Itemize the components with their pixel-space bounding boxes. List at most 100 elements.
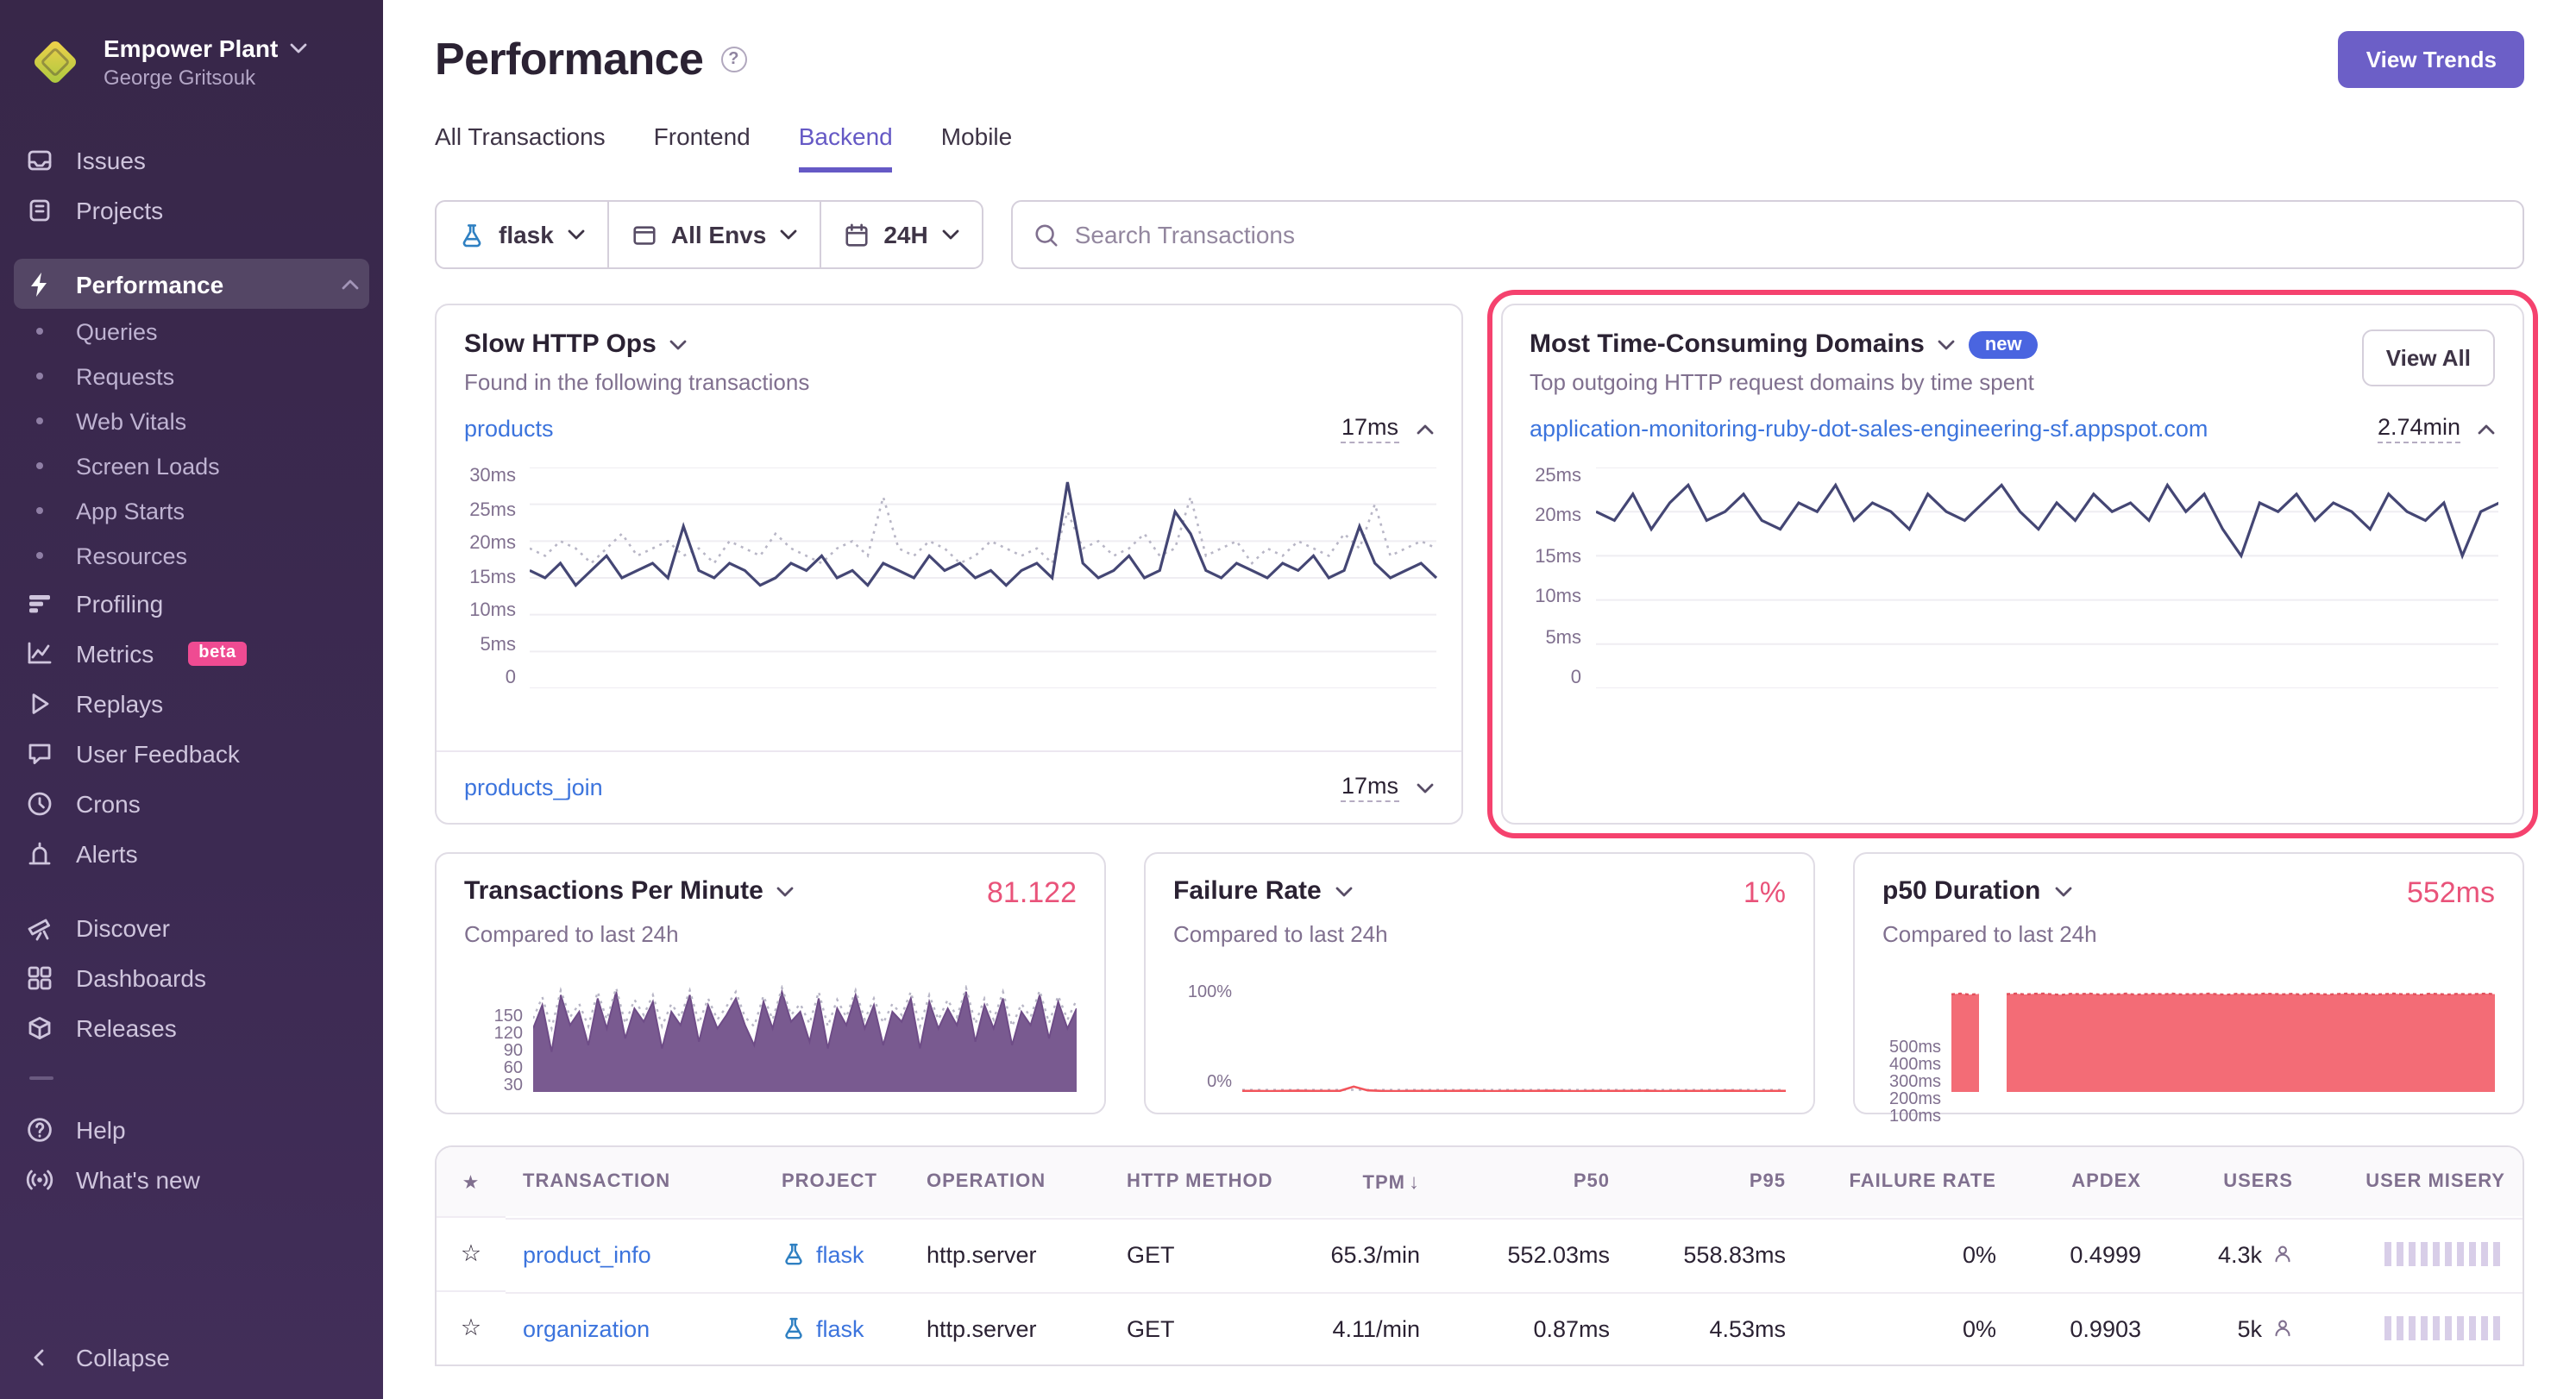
bullet-dot <box>36 417 43 424</box>
project-filter-value: flask <box>499 221 554 248</box>
sidebar-item-profiling[interactable]: Profiling <box>0 578 383 628</box>
tab-all-transactions[interactable]: All Transactions <box>435 122 606 173</box>
transaction-link[interactable]: products_join <box>464 775 603 800</box>
transaction-link[interactable]: organization <box>523 1315 650 1341</box>
sidebar-item-requests[interactable]: Requests <box>0 354 383 398</box>
domains-widget-selector[interactable]: Most Time-Consuming Domains new <box>1530 329 2038 359</box>
sidebar-item-user-feedback[interactable]: User Feedback <box>0 728 383 778</box>
column-transaction[interactable]: TRANSACTION <box>506 1149 764 1214</box>
tab-frontend[interactable]: Frontend <box>654 122 751 173</box>
column-http-method[interactable]: HTTP METHOD <box>1109 1149 1296 1214</box>
chevron-up-icon[interactable] <box>1416 423 1433 434</box>
p50-widget-selector[interactable]: p50 Duration <box>1882 876 2071 906</box>
sidebar: Empower Plant George Gritsouk Issues <box>0 0 383 1399</box>
chevron-up-icon[interactable] <box>342 279 359 289</box>
y-tick: 10ms <box>1535 588 1581 607</box>
slow-http-ops-selector[interactable]: Slow HTTP Ops <box>464 329 809 359</box>
page-help-icon[interactable]: ? <box>720 47 746 72</box>
favorite-star-icon[interactable]: ☆ <box>437 1216 506 1290</box>
sidebar-item-performance[interactable]: Performance <box>14 259 369 309</box>
performance-icon <box>24 270 55 298</box>
sidebar-item-web-vitals[interactable]: Web Vitals <box>0 398 383 443</box>
sidebar-item-crons[interactable]: Crons <box>0 778 383 828</box>
env-filter-dropdown[interactable]: All Envs <box>609 202 822 267</box>
sidebar-item-dashboards[interactable]: Dashboards <box>0 952 383 1002</box>
operation-cell: http.server <box>909 1291 1109 1364</box>
sidebar-item-replays[interactable]: Replays <box>0 678 383 728</box>
sidebar-item-whats-new[interactable]: What's new <box>0 1154 383 1204</box>
column-operation[interactable]: OPERATION <box>909 1149 1109 1214</box>
favorite-star-icon[interactable]: ☆ <box>437 1290 506 1364</box>
help-icon <box>24 1115 55 1143</box>
y-tick: 5ms <box>480 636 516 655</box>
tpm-cell: 4.11/min <box>1296 1291 1437 1364</box>
sidebar-item-label: Alerts <box>76 839 138 867</box>
sidebar-item-label: User Feedback <box>76 739 240 767</box>
sidebar-item-alerts[interactable]: Alerts <box>0 828 383 878</box>
sidebar-item-issues[interactable]: Issues <box>0 135 383 185</box>
user-misery-bars <box>2384 1242 2505 1266</box>
view-all-button[interactable]: View All <box>2362 329 2495 386</box>
chevron-up-icon[interactable] <box>2478 423 2495 434</box>
project-link[interactable]: flask <box>816 1315 864 1341</box>
p50-cell: 552.03ms <box>1437 1217 1627 1289</box>
sidebar-item-help[interactable]: Help <box>0 1104 383 1154</box>
project-link[interactable]: flask <box>816 1241 864 1267</box>
sort-desc-icon: ↓ <box>1409 1170 1420 1194</box>
sidebar-item-label: Releases <box>76 1013 177 1041</box>
y-tick: 5ms <box>1545 629 1581 648</box>
transaction-link[interactable]: product_info <box>523 1241 651 1267</box>
sidebar-collapse[interactable]: Collapse <box>0 1332 383 1382</box>
sidebar-item-screen-loads[interactable]: Screen Loads <box>0 443 383 488</box>
search-transactions-input[interactable] <box>1075 221 2502 248</box>
sidebar-item-label: Help <box>76 1115 126 1143</box>
metric-value: 81.122 <box>987 876 1077 911</box>
most-time-consuming-domains-card: Most Time-Consuming Domains new Top outg… <box>1500 304 2524 825</box>
column-p50[interactable]: P50 <box>1437 1149 1627 1214</box>
tpm-widget-selector[interactable]: Transactions Per Minute <box>464 876 795 906</box>
sidebar-item-app-starts[interactable]: App Starts <box>0 488 383 533</box>
column-p95[interactable]: P95 <box>1627 1149 1803 1214</box>
flask-icon <box>459 222 485 248</box>
tab-backend[interactable]: Backend <box>799 122 893 173</box>
chevron-down-icon <box>942 229 959 240</box>
org-switcher[interactable]: Empower Plant George Gritsouk <box>0 17 383 110</box>
column-project[interactable]: PROJECT <box>764 1149 909 1214</box>
sidebar-item-discover[interactable]: Discover <box>0 902 383 952</box>
date-range-dropdown[interactable]: 24H <box>821 202 981 267</box>
tpm-card: Transactions Per Minute 81.122 Compared … <box>435 852 1106 1114</box>
org-name: Empower Plant <box>104 35 278 62</box>
domain-link[interactable]: application-monitoring-ruby-dot-sales-en… <box>1530 416 2208 442</box>
sidebar-item-label: Dashboards <box>76 963 206 991</box>
project-filter-dropdown[interactable]: flask <box>437 202 609 267</box>
domains-chart: 25ms 20ms 15ms 10ms 5ms 0 <box>1502 450 2523 709</box>
sidebar-item-label: Metrics <box>76 639 154 667</box>
y-tick: 200ms <box>1889 1092 1941 1109</box>
metrics-icon <box>24 639 55 667</box>
column-user-misery[interactable]: USER MISERY <box>2310 1149 2523 1214</box>
accordion-row-products-join: products_join 17ms <box>437 750 1461 823</box>
sidebar-item-metrics[interactable]: Metrics beta <box>0 628 383 678</box>
transaction-link[interactable]: products <box>464 416 554 442</box>
column-users[interactable]: USERS <box>2158 1149 2310 1214</box>
column-apdex[interactable]: APDEX <box>2014 1149 2158 1214</box>
search-box[interactable] <box>1011 200 2524 269</box>
widget-title: Slow HTTP Ops <box>464 329 657 359</box>
failure-rate-cell: 0% <box>1803 1291 2014 1364</box>
sidebar-item-label: Projects <box>76 196 163 223</box>
y-tick: 400ms <box>1889 1057 1941 1075</box>
chevron-down-icon[interactable] <box>1416 782 1433 793</box>
widget-title: Failure Rate <box>1173 876 1322 906</box>
sidebar-item-label: Crons <box>76 789 141 817</box>
column-failure-rate[interactable]: FAILURE RATE <box>1803 1149 2014 1214</box>
environment-icon <box>631 222 657 248</box>
sidebar-item-projects[interactable]: Projects <box>0 185 383 235</box>
sidebar-item-releases[interactable]: Releases <box>0 1002 383 1052</box>
column-tpm[interactable]: TPM↓ <box>1296 1147 1437 1216</box>
tab-mobile[interactable]: Mobile <box>941 122 1013 173</box>
failure-rate-widget-selector[interactable]: Failure Rate <box>1173 876 1353 906</box>
view-trends-button[interactable]: View Trends <box>2339 31 2524 88</box>
sidebar-item-queries[interactable]: Queries <box>0 309 383 354</box>
sidebar-item-resources[interactable]: Resources <box>0 533 383 578</box>
y-tick: 90 <box>504 1044 523 1061</box>
